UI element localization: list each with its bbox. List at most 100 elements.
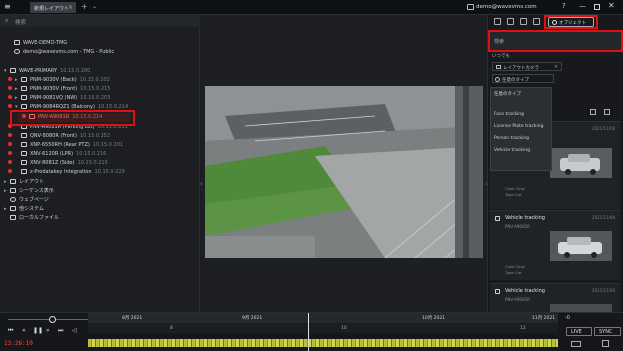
timeline-date: 8月 2021 — [122, 316, 143, 321]
object-card[interactable]: Vehicle tracking 2021/11/08 PNV-A9081R — [490, 283, 620, 313]
camera-icon — [21, 151, 27, 156]
tree-item-camera[interactable]: ▾ PNM-9084RQZ1 (Balcony) 10.15.0.214 — [8, 103, 128, 112]
object-thumbnail[interactable] — [550, 148, 612, 178]
tree-item-camera[interactable]: ▸ PNM-9030V (Back) 10.15.0.202 — [8, 76, 110, 85]
card-checkbox[interactable] — [495, 289, 500, 294]
timeline-zoom-knob[interactable] — [49, 316, 56, 323]
calendar-icon[interactable] — [602, 340, 609, 347]
camera-video-tile[interactable] — [205, 86, 483, 258]
camera-icon — [21, 160, 27, 165]
recording-dot-icon — [8, 160, 12, 164]
card-camera: PNV-A9081R — [505, 224, 530, 229]
tree-item-webpages[interactable]: ウェブページ — [4, 196, 49, 205]
grid-view-icon[interactable] — [604, 109, 610, 115]
camera-icon — [21, 86, 27, 91]
card-attr-color: Color Gray — [505, 264, 526, 269]
timeline-date-ruler[interactable]: 8月 2021 9月 2021 10月 2021 11月 2021 — [88, 313, 558, 323]
tree-item-camera[interactable]: XNV-8081Z (Side) 10.15.0.215 — [8, 159, 108, 168]
camera-icon — [21, 77, 27, 82]
timeline-date: 11月 2021 — [532, 316, 556, 321]
tree-item-camera[interactable]: PNV-A9081R (Parking Lot) 10.15.0.211 — [8, 123, 128, 132]
object-card[interactable]: Vehicle tracking 2021/11/08 PNV-A9081R C… — [490, 210, 620, 280]
tree-item-camera[interactable]: ▸ PNM-9030V (Front) 10.15.0.215 — [8, 85, 110, 94]
minimize-button[interactable]: — — [579, 2, 586, 10]
add-tab-icon[interactable]: + — [81, 2, 88, 11]
maximize-button[interactable] — [594, 4, 600, 10]
search-input[interactable]: 検索 — [15, 18, 26, 26]
tree-item-camera[interactable]: XNP-6550RH (Rear PTZ) 10.15.0.201 — [8, 141, 123, 150]
dropdown-option-any[interactable]: 任意のタイプ — [494, 91, 521, 97]
chevron-down-icon[interactable]: ⌄ — [92, 3, 97, 10]
card-title: Vehicle tracking — [505, 215, 545, 221]
sync-button[interactable]: SYNC — [594, 327, 621, 336]
live-button[interactable]: LIVE — [566, 327, 592, 336]
timeline-cursor[interactable] — [308, 313, 309, 351]
timeline-hour: 12 — [520, 326, 526, 331]
tree-item-camera[interactable]: QNV-8080R (Front) 10.15.0.252 — [8, 132, 110, 141]
video-layout-area[interactable]: ‹ › — [200, 15, 488, 312]
card-title: Vehicle tracking — [505, 288, 545, 294]
close-tab-icon[interactable]: × — [68, 4, 73, 11]
bookmark-icon[interactable] — [520, 18, 527, 25]
results-toolbar — [554, 107, 622, 119]
forward-icon[interactable]: » — [46, 327, 50, 334]
time-filter[interactable]: いつでも — [492, 53, 510, 59]
dropdown-option-face[interactable]: Face tracking — [494, 112, 524, 117]
object-search-input[interactable]: 検索 — [490, 32, 622, 50]
camera-filter-chip[interactable]: レイアウトカメラ × — [492, 62, 562, 71]
tree-item-camera[interactable]: ▸ PNM-9081VQ (NW) 10.15.0.203 — [8, 94, 110, 103]
card-attr-color: Color Gray — [505, 186, 526, 191]
search-icon: ⌕ — [5, 17, 9, 24]
pause-icon[interactable]: ❚❚ — [33, 327, 43, 334]
tree-item-other-systems[interactable]: ▸ 他システム — [4, 205, 44, 214]
timeline-date: 9月 2021 — [242, 316, 263, 321]
dropdown-option-vehicle[interactable]: Vehicle tracking — [494, 148, 530, 153]
recording-chunks-bar[interactable] — [88, 339, 558, 347]
menu-icon[interactable]: ≡ — [4, 3, 12, 11]
tree-item-local-files[interactable]: ローカルファイル — [4, 214, 59, 223]
tree-item-camera-selected[interactable]: PNV-A9081R 10.15.0.214 — [18, 113, 130, 122]
site-icon — [14, 40, 20, 45]
object-thumbnail[interactable] — [550, 231, 612, 261]
zoom-level[interactable]: -0 — [565, 315, 570, 321]
resource-search[interactable]: ⌕ 検索 — [0, 15, 200, 27]
bell-icon[interactable] — [494, 18, 501, 25]
object-type-select[interactable]: 任意のタイプ — [492, 74, 554, 83]
timeline-hour-ruler[interactable] — [88, 323, 558, 333]
help-button[interactable]: ? — [562, 2, 566, 10]
tree-item-integration[interactable]: z-Prodatakey Integration 10.15.0.229 — [8, 168, 125, 177]
event-icon[interactable] — [533, 18, 540, 25]
jump-start-icon[interactable]: ⏮ — [8, 327, 13, 335]
chevron-left-icon[interactable]: ‹ — [200, 180, 203, 188]
camera-icon — [21, 142, 27, 147]
server-icon — [10, 68, 16, 73]
site-user[interactable]: demo@wavevms.com - TMG - Public — [14, 48, 114, 57]
site-name[interactable]: WAVE-DEMO-TMG — [14, 39, 67, 48]
rewind-icon[interactable]: « — [22, 327, 26, 334]
tree-item-camera[interactable]: XNV-6120R (LPR) 10.15.0.216 — [8, 150, 106, 159]
jump-end-icon[interactable]: ⏭ — [58, 327, 63, 335]
notification-panel: オブジェクト 検索 いつでも レイアウトカメラ × 任意のタイプ 任意のタイプ … — [487, 15, 623, 313]
card-camera: PNV-A9081R — [505, 297, 530, 302]
recording-dot-icon — [8, 169, 12, 173]
motion-icon[interactable] — [507, 18, 514, 25]
close-icon[interactable]: × — [554, 64, 558, 70]
tree-item-showreels[interactable]: ▸ シーケンス表示 — [4, 187, 54, 196]
close-window-button[interactable]: ✕ — [608, 1, 615, 10]
recording-dot-icon — [8, 77, 12, 81]
thumbnails-icon[interactable] — [571, 341, 581, 347]
recording-dot-icon — [8, 133, 12, 137]
list-view-icon[interactable] — [590, 109, 596, 115]
tree-item-server[interactable]: ▾ WAVE-PRIMARY 10.15.0.200 — [4, 67, 90, 76]
dropdown-option-person[interactable]: Person tracking — [494, 136, 529, 141]
timeline-zoom-track[interactable] — [8, 319, 88, 320]
dropdown-option-license-plate[interactable]: License Plate tracking — [494, 124, 544, 129]
tab-layout[interactable]: 新規レイアウト × — [30, 2, 76, 13]
tree-item-layouts[interactable]: ▸ レイアウト — [4, 178, 44, 187]
user-account[interactable]: demo@wavevms.com — [476, 4, 537, 10]
objects-tab-button[interactable]: オブジェクト — [548, 17, 594, 27]
volume-icon[interactable]: ◁ — [72, 327, 77, 334]
timeline[interactable]: ⏮ « ❚❚ » ⏭ ◁ 13:26:10 8月 2021 9月 2021 10… — [0, 312, 623, 351]
timeline-hour: 8 — [170, 326, 173, 331]
card-checkbox[interactable] — [495, 216, 500, 221]
